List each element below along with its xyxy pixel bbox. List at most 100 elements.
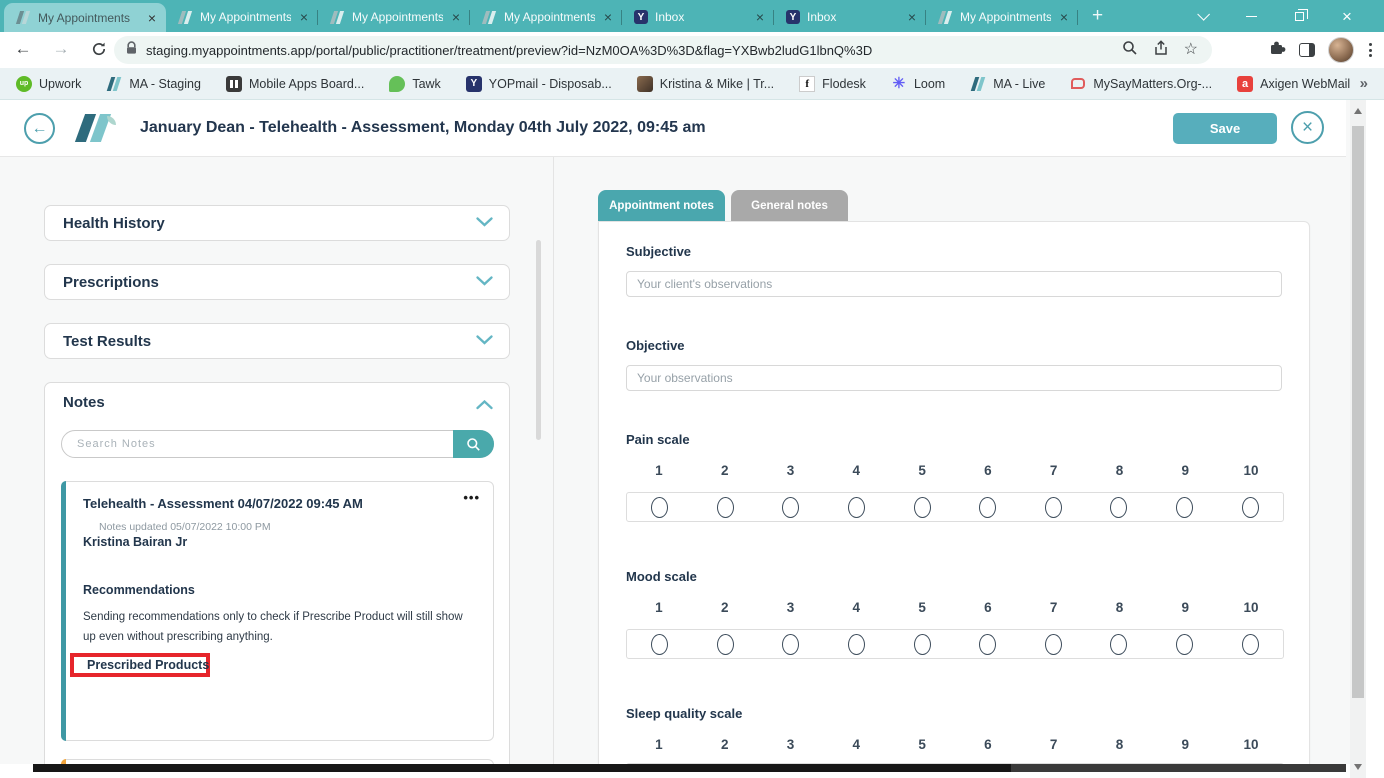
accordion-label: Test Results xyxy=(63,333,476,350)
bookmark-mobile-apps-board[interactable]: Mobile Apps Board... xyxy=(226,76,364,92)
tab-close-icon[interactable]: × xyxy=(1058,10,1070,24)
browser-tab-inbox-1[interactable]: Y Inbox × xyxy=(622,2,774,32)
window-close-button[interactable]: × xyxy=(1324,0,1370,32)
note-updated-timestamp: Notes updated 05/07/2022 10:00 PM xyxy=(99,521,271,533)
sidebar-scrollbar-thumb[interactable] xyxy=(536,240,541,440)
bookmark-mysaymatters[interactable]: MySayMatters.Org-... xyxy=(1070,76,1212,92)
bookmark-ma-live[interactable]: MA - Live xyxy=(970,76,1045,92)
scroll-down-arrow-icon[interactable] xyxy=(1354,764,1362,770)
bookmark-axigen[interactable]: a Axigen WebMail xyxy=(1237,76,1350,92)
radio-option[interactable] xyxy=(1242,497,1259,518)
tab-close-icon[interactable]: × xyxy=(450,10,462,24)
side-panel-icon[interactable] xyxy=(1299,43,1315,57)
bookmark-star-icon[interactable]: ☆ xyxy=(1184,42,1198,58)
search-button[interactable] xyxy=(453,430,494,458)
back-button[interactable]: ← xyxy=(24,113,55,144)
radio-option[interactable] xyxy=(979,634,996,655)
radio-option[interactable] xyxy=(914,634,931,655)
browser-tab-my-appointments-1[interactable]: My Appointments × xyxy=(4,3,166,32)
tab-appointment-notes[interactable]: Appointment notes xyxy=(598,190,725,221)
zoom-icon[interactable] xyxy=(1122,40,1138,61)
radio-option[interactable] xyxy=(1176,634,1193,655)
note-author: Kristina Bairan Jr xyxy=(83,535,187,549)
scale-number: 5 xyxy=(889,463,955,478)
radio-option[interactable] xyxy=(1176,497,1193,518)
horizontal-scrollbar[interactable] xyxy=(33,764,1346,772)
accordion-test-results[interactable]: Test Results xyxy=(44,323,510,359)
scale-number: 1 xyxy=(626,737,692,752)
scroll-up-arrow-icon[interactable] xyxy=(1354,108,1362,114)
objective-input[interactable] xyxy=(626,365,1282,391)
window-restore-button[interactable] xyxy=(1276,0,1322,32)
chevron-up-icon[interactable] xyxy=(476,397,493,415)
tab-close-icon[interactable]: × xyxy=(754,10,766,24)
scale-number: 9 xyxy=(1152,600,1218,615)
accordion-label: Prescriptions xyxy=(63,274,476,291)
bookmarks-overflow-icon[interactable]: » xyxy=(1360,75,1368,92)
radio-option[interactable] xyxy=(717,497,734,518)
save-button[interactable]: Save xyxy=(1173,113,1277,144)
vertical-scrollbar-thumb[interactable] xyxy=(1352,126,1364,698)
chevron-down-icon[interactable] xyxy=(476,273,493,291)
reload-icon[interactable] xyxy=(88,41,110,62)
bookmark-kristina-mike[interactable]: Kristina & Mike | Tr... xyxy=(637,76,774,92)
close-icon[interactable]: × xyxy=(1291,111,1324,144)
radio-option[interactable] xyxy=(782,634,799,655)
bookmark-loom[interactable]: ✳ Loom xyxy=(891,76,945,92)
accordion-health-history[interactable]: Health History xyxy=(44,205,510,241)
browser-tab-my-appointments-5[interactable]: My Appointments × xyxy=(926,2,1078,32)
radio-option[interactable] xyxy=(848,497,865,518)
radio-option[interactable] xyxy=(1110,497,1127,518)
bookmark-ma-staging[interactable]: MA - Staging xyxy=(106,76,201,92)
window-minimize-button[interactable] xyxy=(1228,0,1274,32)
search-notes-input[interactable] xyxy=(61,430,494,458)
radio-option[interactable] xyxy=(1242,634,1259,655)
tab-search-chevron-icon[interactable] xyxy=(1178,0,1224,32)
address-bar[interactable]: staging.myappointments.app/portal/public… xyxy=(114,36,1212,64)
chevron-down-icon[interactable] xyxy=(476,332,493,350)
radio-option[interactable] xyxy=(651,634,668,655)
profile-avatar[interactable] xyxy=(1328,37,1354,63)
radio-option[interactable] xyxy=(914,497,931,518)
radio-option[interactable] xyxy=(717,634,734,655)
tab-general-notes[interactable]: General notes xyxy=(731,190,848,221)
notes-title: Notes xyxy=(63,394,105,411)
radio-option[interactable] xyxy=(782,497,799,518)
vertical-scrollbar[interactable] xyxy=(1350,100,1366,778)
bookmark-flodesk[interactable]: f Flodesk xyxy=(799,76,866,92)
radio-option[interactable] xyxy=(979,497,996,518)
new-tab-button[interactable]: + xyxy=(1078,0,1117,32)
radio-option[interactable] xyxy=(1045,497,1062,518)
lock-icon[interactable] xyxy=(126,41,137,60)
bookmark-upwork[interactable]: up Upwork xyxy=(16,76,81,92)
chevron-down-icon[interactable] xyxy=(476,214,493,232)
browser-tab-my-appointments-2[interactable]: My Appointments × xyxy=(166,2,318,32)
tab-close-icon[interactable]: × xyxy=(906,10,918,24)
bookmark-yopmail[interactable]: Y YOPmail - Disposab... xyxy=(466,76,612,92)
note-card[interactable]: Telehealth - Assessment 04/07/2022 09:45… xyxy=(61,481,494,741)
browser-menu-icon[interactable] xyxy=(1367,41,1374,59)
accordion-prescriptions[interactable]: Prescriptions xyxy=(44,264,510,300)
url-text[interactable]: staging.myappointments.app/portal/public… xyxy=(146,43,1122,58)
radio-option[interactable] xyxy=(651,497,668,518)
back-icon[interactable]: ← xyxy=(12,39,34,59)
extensions-puzzle-icon[interactable] xyxy=(1268,39,1286,62)
browser-tab-my-appointments-4[interactable]: My Appointments × xyxy=(470,2,622,32)
browser-tab-my-appointments-3[interactable]: My Appointments × xyxy=(318,2,470,32)
tab-close-icon[interactable]: × xyxy=(602,10,614,24)
horizontal-scrollbar-thumb[interactable] xyxy=(33,764,1011,772)
tab-close-icon[interactable]: × xyxy=(298,10,310,24)
radio-option[interactable] xyxy=(1110,634,1127,655)
radio-option[interactable] xyxy=(1045,634,1062,655)
browser-tab-inbox-2[interactable]: Y Inbox × xyxy=(774,2,926,32)
myappointments-favicon xyxy=(330,11,345,24)
share-icon[interactable] xyxy=(1153,40,1169,61)
scale-number: 4 xyxy=(823,600,889,615)
subjective-input[interactable] xyxy=(626,271,1282,297)
bookmark-tawk[interactable]: Tawk xyxy=(389,76,440,92)
radio-option[interactable] xyxy=(848,634,865,655)
tab-close-icon[interactable]: × xyxy=(146,11,158,25)
yopmail-favicon: Y xyxy=(786,10,800,24)
scale-number: 8 xyxy=(1087,463,1153,478)
note-menu-icon[interactable]: ••• xyxy=(463,490,480,505)
